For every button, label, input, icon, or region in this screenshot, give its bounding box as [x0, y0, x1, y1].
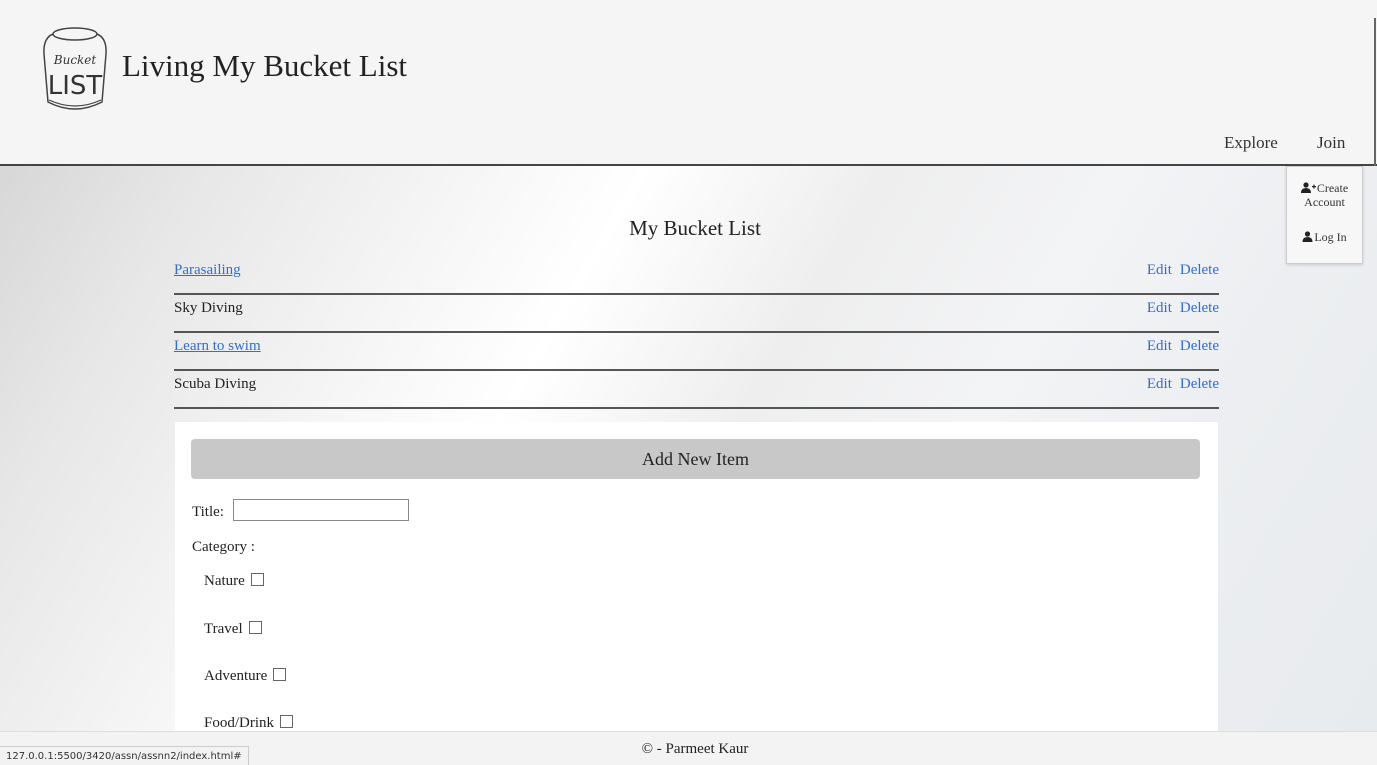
delete-button[interactable]: Delete — [1180, 262, 1219, 278]
edit-button[interactable]: Edit — [1147, 262, 1172, 278]
category-label-travel: Travel — [204, 621, 243, 637]
edit-button[interactable]: Edit — [1147, 376, 1172, 392]
item-actions: Edit Delete — [1139, 300, 1219, 317]
bucket-logo-icon: Bucket LIST — [43, 27, 107, 110]
nav-join[interactable]: Join — [1317, 133, 1345, 153]
edit-button[interactable]: Edit — [1147, 300, 1172, 316]
item-title-link[interactable]: Parasailing — [174, 262, 241, 279]
add-item-form: Add New Item Title: Category : Nature Tr… — [175, 422, 1218, 731]
food-drink-checkbox[interactable] — [280, 715, 294, 728]
edit-button[interactable]: Edit — [1147, 338, 1172, 354]
create-account-label-line1: Create — [1316, 181, 1349, 195]
item-title: Sky Diving — [174, 300, 243, 316]
item-actions: Edit Delete — [1139, 376, 1219, 393]
create-account-label-line2: Account — [1304, 195, 1345, 209]
site-header: Bucket LIST Living My Bucket List Explor… — [0, 0, 1377, 166]
list-item: Learn to swim Edit Delete — [174, 334, 1219, 371]
adventure-checkbox[interactable] — [273, 668, 287, 681]
category-label: Category : — [192, 539, 255, 555]
category-label-food-drink: Food/Drink — [204, 715, 275, 731]
item-actions: Edit Delete — [1139, 338, 1219, 355]
join-dropdown-menu: Create Account Log In — [1286, 166, 1363, 264]
category-nature: Nature — [204, 573, 264, 590]
category-label-adventure: Adventure — [204, 668, 268, 684]
travel-checkbox[interactable] — [248, 621, 262, 634]
page-heading: My Bucket List — [629, 216, 761, 240]
nav-explore[interactable]: Explore — [1224, 133, 1278, 153]
list-item: Parasailing Edit Delete — [174, 258, 1219, 295]
category-label-nature: Nature — [204, 573, 245, 589]
log-in-menu-item[interactable]: Log In — [1287, 231, 1362, 245]
bucket-list-logo[interactable]: Bucket LIST — [38, 24, 112, 116]
create-account-menu-item[interactable]: Create Account — [1287, 182, 1362, 209]
svg-text:LIST: LIST — [48, 71, 103, 101]
log-in-label: Log In — [1314, 230, 1347, 244]
delete-button[interactable]: Delete — [1180, 300, 1219, 316]
svg-text:Bucket: Bucket — [53, 53, 97, 67]
title-label: Title: — [192, 504, 224, 520]
user-icon — [1302, 231, 1313, 245]
delete-button[interactable]: Delete — [1180, 338, 1219, 354]
category-travel: Travel — [204, 621, 262, 638]
user-plus-icon — [1300, 182, 1316, 196]
list-item: Scuba Diving Edit Delete — [174, 372, 1219, 409]
bucket-list: Parasailing Edit Delete Sky Diving Edit De… — [174, 258, 1219, 410]
item-actions: Edit Delete — [1139, 262, 1219, 279]
list-item: Sky Diving Edit Delete — [174, 296, 1219, 333]
item-title: Scuba Diving — [174, 376, 257, 392]
status-bar-url: 127.0.0.1:5500/3420/assn/assnn2/index.ht… — [0, 746, 249, 765]
category-food-drink: Food/Drink — [204, 715, 294, 732]
nature-checkbox[interactable] — [250, 573, 264, 586]
site-title: Living My Bucket List — [122, 48, 408, 83]
title-input[interactable] — [233, 499, 409, 521]
category-adventure: Adventure — [204, 668, 287, 685]
item-title-link[interactable]: Learn to swim — [174, 338, 261, 355]
delete-button[interactable]: Delete — [1180, 376, 1219, 392]
add-new-item-button[interactable]: Add New Item — [191, 439, 1200, 479]
